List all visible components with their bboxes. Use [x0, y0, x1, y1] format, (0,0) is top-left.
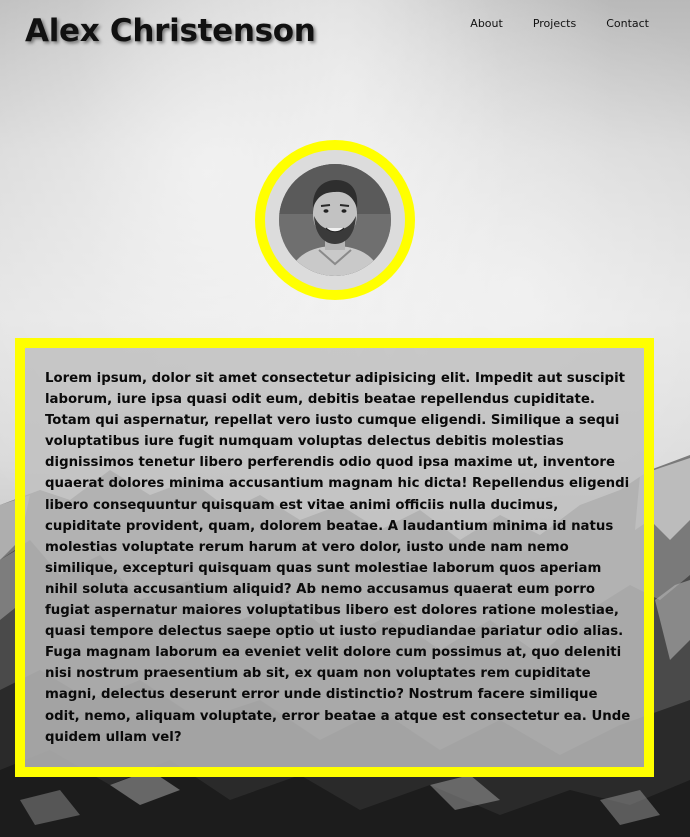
site-title: Alex Christenson — [25, 13, 316, 49]
main-nav: About Projects Contact — [470, 17, 649, 30]
avatar — [279, 164, 391, 276]
bio-text: Lorem ipsum, dolor sit amet consectetur … — [45, 371, 631, 745]
profile-photo — [279, 164, 391, 276]
bio-panel: Lorem ipsum, dolor sit amet consectetur … — [15, 338, 654, 777]
profile-avatar-ring — [255, 140, 415, 300]
nav-link-about[interactable]: About — [470, 17, 503, 30]
nav-link-projects[interactable]: Projects — [533, 17, 576, 30]
nav-link-contact[interactable]: Contact — [606, 17, 649, 30]
